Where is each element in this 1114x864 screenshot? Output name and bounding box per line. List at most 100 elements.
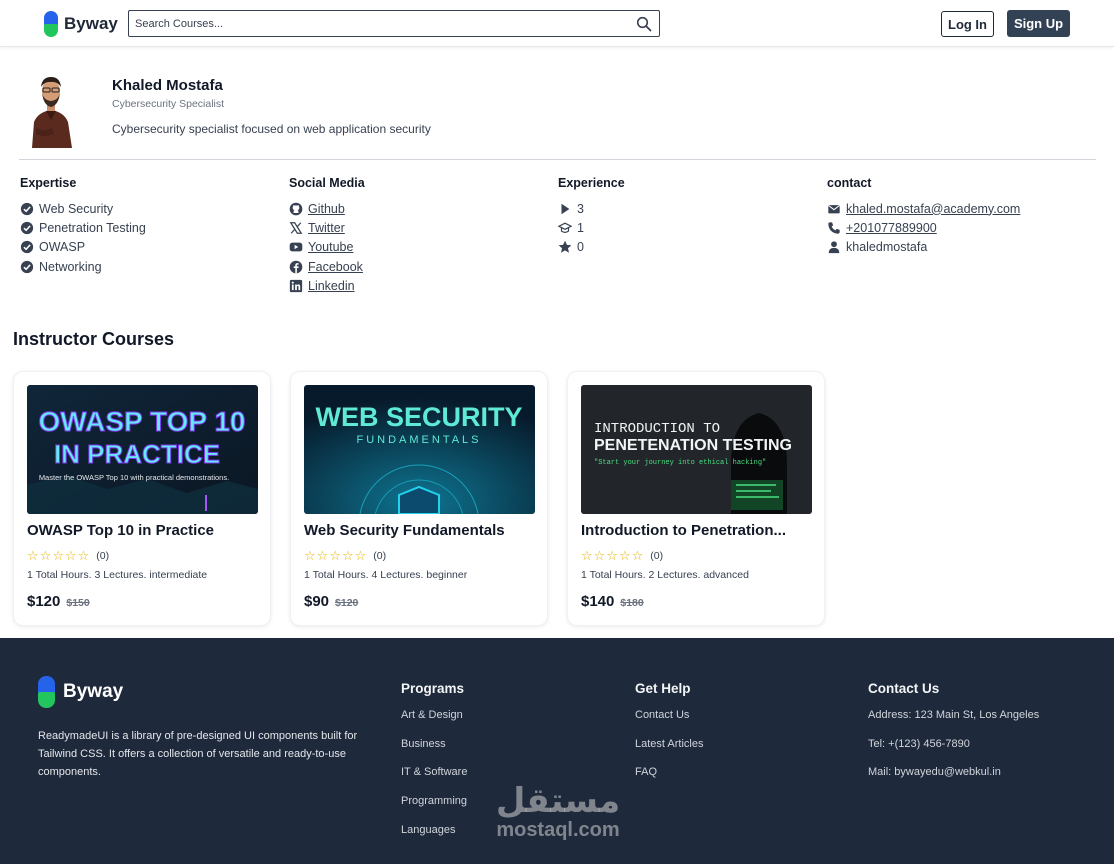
course-thumbnail[interactable]: WEB SECURITY FUNDAMENTALS xyxy=(304,385,535,514)
star-outline-icon: ☆ xyxy=(304,548,316,563)
twitter-link[interactable]: Twitter xyxy=(308,221,345,235)
course-card[interactable]: WEB SECURITY FUNDAMENTALS Web Security F… xyxy=(290,371,548,626)
brand-name: Byway xyxy=(64,14,118,33)
brand-logo[interactable]: Byway xyxy=(44,11,118,37)
thumb-subtitle: "Start your journey into ethical hacking… xyxy=(594,459,766,467)
thumb-line2: IN PRACTICE xyxy=(54,439,220,469)
footer-link[interactable]: Latest Articles xyxy=(635,738,703,767)
instructor-title: Cybersecurity Specialist xyxy=(112,98,225,110)
rating-count: (0) xyxy=(650,549,664,562)
login-button[interactable]: Log In xyxy=(941,11,994,37)
footer-help: Get Help Contact Us Latest Articles FAQ xyxy=(635,681,703,795)
current-price: $120 xyxy=(27,593,61,610)
help-heading: Get Help xyxy=(635,681,691,696)
check-circle-icon xyxy=(20,260,34,273)
check-circle-icon xyxy=(20,241,34,254)
course-thumbnail[interactable]: INTRODUCTION TO PENETENATION TESTING "St… xyxy=(581,385,812,514)
expertise-label: Penetration Testing xyxy=(39,220,146,235)
footer-phone: Tel: +(123) 456-7890 xyxy=(868,737,970,750)
expertise-label: OWASP xyxy=(39,240,86,255)
experience-section: Experience 3 1 0 xyxy=(558,176,818,257)
top-navbar: Byway Log In Sign Up xyxy=(0,0,1114,47)
course-card[interactable]: OWASP TOP 10 IN PRACTICE Master the OWAS… xyxy=(13,371,271,626)
star-outline-icon: ☆ xyxy=(27,548,39,563)
experience-courses: 3 xyxy=(558,199,818,218)
footer-address: Address: 123 Main St, Los Angeles xyxy=(868,709,1040,721)
linkedin-icon xyxy=(289,279,303,292)
logo-mark-icon xyxy=(44,11,58,37)
courses-section-title: Instructor Courses xyxy=(13,329,175,349)
footer-link[interactable]: IT & Software xyxy=(401,766,467,795)
thumb-line1: INTRODUCTION TO xyxy=(594,421,720,437)
course-title[interactable]: Introduction to Penetration... xyxy=(581,522,816,539)
social-linkedin[interactable]: Linkedin xyxy=(289,276,549,295)
footer-contact-heading: Contact Us xyxy=(868,681,940,696)
footer-logo[interactable]: Byway xyxy=(38,676,123,708)
thumb-subtitle: Master the OWASP Top 10 with practical d… xyxy=(39,473,229,482)
footer-link[interactable]: Languages xyxy=(401,824,467,853)
old-price: $150 xyxy=(66,597,90,609)
facebook-link[interactable]: Facebook xyxy=(308,260,363,274)
footer-link[interactable]: Art & Design xyxy=(401,709,467,738)
footer-link[interactable]: FAQ xyxy=(635,766,703,795)
course-title[interactable]: OWASP Top 10 in Practice xyxy=(27,522,262,539)
youtube-link[interactable]: Youtube xyxy=(308,240,353,254)
footer-brand-name: Byway xyxy=(63,681,124,702)
footer-description: ReadymadeUI is a library of pre-designed… xyxy=(38,730,358,778)
social-github[interactable]: Github xyxy=(289,199,549,218)
contact-phone[interactable]: +201077889900 xyxy=(827,218,1087,237)
rating-count: (0) xyxy=(373,549,387,562)
expertise-label: Web Security xyxy=(39,201,114,216)
contact-email[interactable]: khaled.mostafa@academy.com xyxy=(827,199,1087,218)
rating-stars: ☆ ☆ ☆ ☆ ☆ (0) xyxy=(27,549,109,562)
expertise-heading: Expertise xyxy=(20,176,77,190)
social-facebook[interactable]: Facebook xyxy=(289,257,549,276)
signup-button[interactable]: Sign Up xyxy=(1007,10,1070,37)
course-meta: 1 Total Hours. 2 Lectures. advanced xyxy=(581,569,749,581)
x-twitter-icon xyxy=(289,222,303,234)
footer-link[interactable]: Programming xyxy=(401,795,467,824)
rating-stars: ☆ ☆ ☆ ☆ ☆ (0) xyxy=(581,549,663,562)
username-label: khaledmostafa xyxy=(846,240,928,255)
course-title[interactable]: Web Security Fundamentals xyxy=(304,522,539,539)
star-outline-icon: ☆ xyxy=(77,548,90,563)
search-input[interactable] xyxy=(129,11,619,36)
star-outline-icon: ☆ xyxy=(341,548,354,563)
experience-heading: Experience xyxy=(558,176,625,190)
footer-programs: Programs Art & Design Business IT & Soft… xyxy=(401,681,467,852)
search-icon[interactable] xyxy=(636,16,652,32)
expertise-item: OWASP xyxy=(20,238,280,257)
linkedin-link[interactable]: Linkedin xyxy=(308,279,355,293)
experience-reviews-count: 0 xyxy=(577,240,584,255)
phone-link[interactable]: +201077889900 xyxy=(846,221,937,235)
social-youtube[interactable]: Youtube xyxy=(289,238,549,257)
footer-link[interactable]: Contact Us xyxy=(635,709,703,738)
footer-mail[interactable]: Mail: bywayedu@webkul.in xyxy=(868,766,1039,795)
star-outline-icon: ☆ xyxy=(316,548,329,563)
email-link[interactable]: khaled.mostafa@academy.com xyxy=(846,202,1020,216)
thumb-line1: OWASP TOP 10 xyxy=(39,406,246,437)
contact-section: contact khaled.mostafa@academy.com +2010… xyxy=(827,176,1087,257)
check-circle-icon xyxy=(20,202,34,215)
instructor-avatar xyxy=(22,70,80,148)
facebook-icon xyxy=(289,260,303,273)
star-outline-icon: ☆ xyxy=(354,548,367,563)
course-thumbnail[interactable]: OWASP TOP 10 IN PRACTICE Master the OWAS… xyxy=(27,385,258,514)
course-card[interactable]: INTRODUCTION TO PENETENATION TESTING "St… xyxy=(567,371,825,626)
social-twitter[interactable]: Twitter xyxy=(289,218,549,237)
thumb-line2: FUNDAMENTALS xyxy=(356,434,481,446)
envelope-icon xyxy=(828,204,840,214)
graduation-cap-icon xyxy=(558,222,572,233)
play-icon xyxy=(561,203,570,214)
check-circle-icon xyxy=(20,221,34,235)
instructor-name: Khaled Mostafa xyxy=(112,77,223,94)
star-outline-icon: ☆ xyxy=(631,548,644,563)
user-icon xyxy=(828,241,840,254)
github-link[interactable]: Github xyxy=(308,202,345,216)
footer-link[interactable]: Business xyxy=(401,738,467,767)
site-footer: Byway ReadymadeUI is a library of pre-de… xyxy=(0,638,1114,864)
expertise-label: Networking xyxy=(39,259,102,274)
star-outline-icon: ☆ xyxy=(64,548,77,563)
experience-students-count: 1 xyxy=(577,220,584,235)
current-price: $140 xyxy=(581,593,615,610)
